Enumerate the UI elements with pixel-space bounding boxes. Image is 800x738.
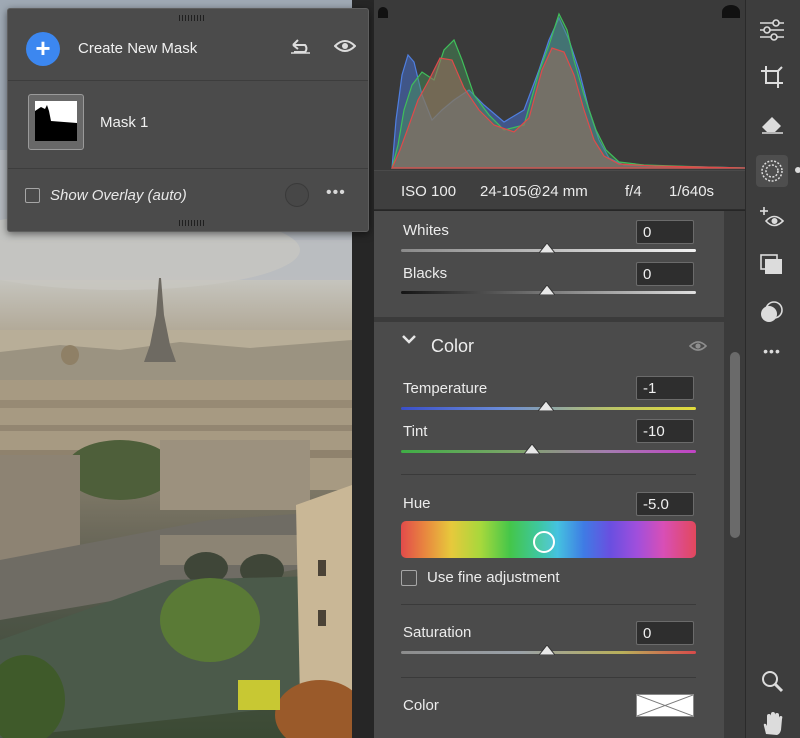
masks-panel: + Create New Mask Mask 1 Show Overlay (a… — [7, 8, 369, 232]
histogram — [374, 0, 746, 170]
overlay-row: Show Overlay (auto) ••• — [8, 169, 368, 223]
edit-panel: Whites 0 Blacks 0 Color Temperature -1 T… — [374, 211, 724, 738]
show-overlay-checkbox[interactable] — [25, 188, 40, 203]
overlay-color-swatch[interactable] — [285, 183, 309, 207]
adjust-sliders-icon[interactable] — [756, 14, 788, 46]
blacks-slider-thumb[interactable] — [539, 285, 555, 295]
aperture-value: f/4 — [625, 183, 642, 200]
eye-icon[interactable] — [333, 39, 357, 57]
tool-strip: ••• — [745, 0, 800, 738]
eraser-icon[interactable] — [756, 108, 788, 140]
highlight-clipping-icon[interactable] — [722, 5, 740, 18]
hue-value[interactable]: -5.0 — [636, 492, 694, 516]
color-swatch-label: Color — [403, 697, 439, 714]
tint-label: Tint — [403, 423, 428, 440]
tint-slider[interactable] — [401, 450, 696, 453]
mask-list-item[interactable]: Mask 1 — [8, 81, 368, 169]
fine-adjustment-checkbox[interactable] — [401, 570, 417, 586]
mask-panel-header: + Create New Mask — [8, 9, 368, 81]
reset-icon[interactable] — [289, 38, 313, 58]
redeye-icon[interactable] — [756, 202, 788, 234]
hand-icon[interactable] — [756, 708, 788, 738]
panel-scrollbar-thumb[interactable] — [730, 352, 740, 538]
active-tool-indicator — [795, 167, 800, 173]
iso-value: ISO 100 — [401, 183, 457, 200]
tint-value[interactable]: -10 — [636, 419, 694, 443]
saturation-label: Saturation — [403, 624, 472, 641]
create-new-mask-label[interactable]: Create New Mask — [78, 40, 197, 57]
divider — [401, 677, 696, 678]
temperature-value[interactable]: -1 — [636, 376, 694, 400]
mask-name[interactable]: Mask 1 — [100, 114, 148, 131]
color-section-title[interactable]: Color — [431, 336, 474, 357]
hue-label: Hue — [403, 495, 431, 512]
whites-value[interactable]: 0 — [636, 220, 694, 244]
masking-icon[interactable] — [756, 155, 788, 187]
lens-value: 24-105@24 mm — [480, 183, 588, 200]
temperature-label: Temperature — [403, 380, 488, 397]
more-icon[interactable]: ••• — [756, 335, 788, 367]
camera-info-bar: ISO 100 24-105@24 mm f/4 1/640s — [374, 170, 745, 210]
divider — [401, 604, 696, 605]
snapshot-icon[interactable] — [756, 296, 788, 328]
presets-icon[interactable] — [756, 249, 788, 281]
divider — [401, 474, 696, 475]
whites-slider-thumb[interactable] — [539, 243, 555, 253]
show-overlay-label[interactable]: Show Overlay (auto) — [50, 187, 187, 204]
zoom-icon[interactable] — [756, 665, 788, 697]
eye-icon[interactable] — [688, 339, 708, 356]
hue-picker-handle[interactable] — [533, 531, 555, 553]
saturation-slider-thumb[interactable] — [539, 645, 555, 655]
fine-adjustment-label[interactable]: Use fine adjustment — [427, 569, 560, 586]
panel-drag-handle-bottom[interactable] — [179, 220, 205, 226]
color-swatch[interactable] — [636, 694, 694, 717]
shadow-clipping-icon[interactable] — [378, 7, 388, 18]
chevron-down-icon[interactable] — [401, 332, 417, 349]
saturation-value[interactable]: 0 — [636, 621, 694, 645]
shutter-value: 1/640s — [669, 183, 715, 200]
crop-icon[interactable] — [756, 61, 788, 93]
light-section: Whites 0 Blacks 0 — [374, 211, 724, 317]
blacks-value[interactable]: 0 — [636, 262, 694, 286]
create-new-mask-button[interactable]: + — [26, 32, 60, 66]
whites-label: Whites — [403, 222, 449, 239]
blacks-label: Blacks — [403, 265, 448, 282]
more-icon[interactable]: ••• — [326, 184, 346, 202]
temperature-slider-thumb[interactable] — [538, 401, 554, 411]
tint-slider-thumb[interactable] — [524, 444, 540, 454]
mask-thumbnail[interactable] — [28, 94, 84, 150]
